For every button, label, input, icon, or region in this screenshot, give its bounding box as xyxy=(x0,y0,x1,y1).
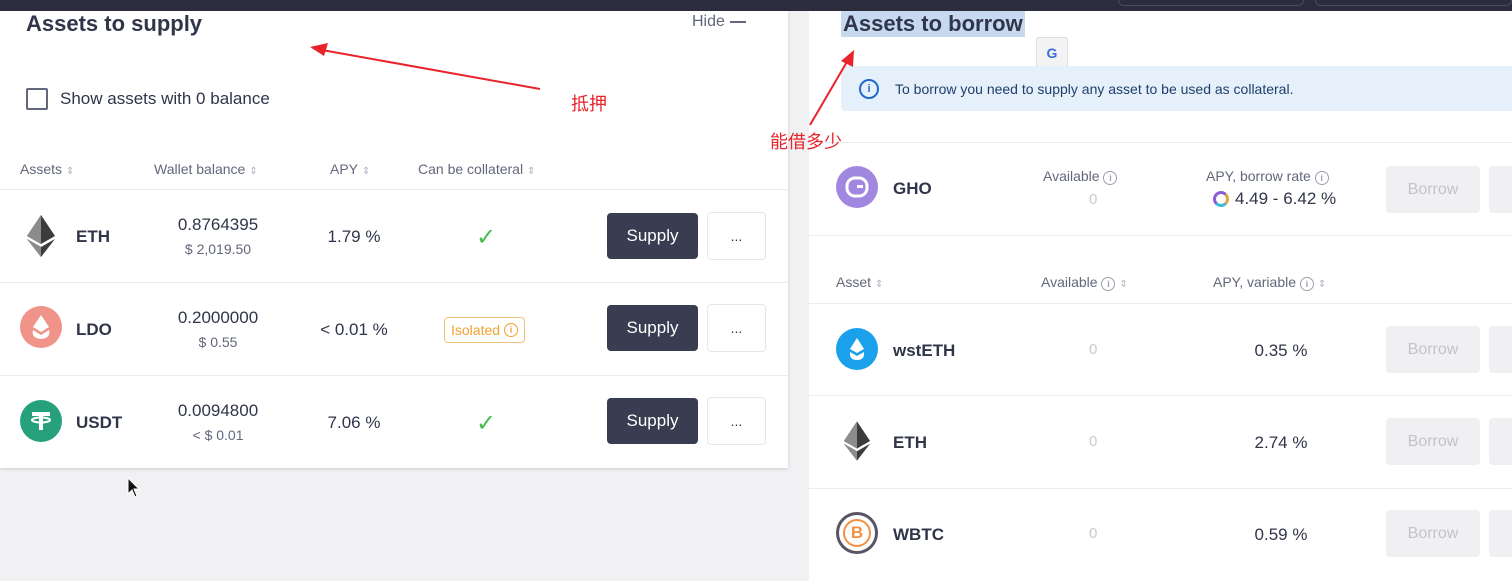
sort-icon: ⇕ xyxy=(527,166,536,177)
asset-name: USDT xyxy=(76,413,123,432)
available-label: Available i xyxy=(1043,168,1118,185)
wallet-balance-usd: < $ 0.01 xyxy=(192,427,244,443)
asset-name: wstETH xyxy=(893,341,956,360)
available-value: 0 xyxy=(1089,341,1098,358)
eth-icon xyxy=(20,215,62,257)
info-icon[interactable]: i xyxy=(1314,171,1329,185)
sort-icon: ⇕ xyxy=(875,279,884,290)
isolated-label: Isolated xyxy=(451,322,501,338)
table-row: ETH 0.8764395 $ 2,019.50 1.79 % ✓ Supply… xyxy=(0,190,788,282)
collateral-notice-text: To borrow you need to supply any asset t… xyxy=(895,80,1294,97)
apy-value: 2.74 % xyxy=(1254,433,1308,452)
apy-value: 7.06 % xyxy=(327,413,381,432)
eth-icon xyxy=(836,420,878,462)
details-button[interactable]: D xyxy=(1489,418,1512,465)
info-icon: i xyxy=(859,78,879,99)
borrow-annotation: 能借多少 xyxy=(770,132,842,153)
divider xyxy=(809,235,1512,236)
column-header-can-be-collateral[interactable]: Can be collateral ⇕ xyxy=(418,161,535,177)
asset-name: WBTC xyxy=(893,525,944,544)
checkbox[interactable] xyxy=(26,88,48,110)
sort-icon: ⇕ xyxy=(362,166,371,177)
show-zero-balance-label: Show assets with 0 balance xyxy=(60,89,270,108)
sort-icon: ⇕ xyxy=(66,166,75,177)
gho-rate-icon xyxy=(1213,191,1229,207)
hide-label: Hide xyxy=(692,13,725,30)
column-header-available[interactable]: Available i ⇕ xyxy=(1041,274,1128,291)
apy-value: < 0.01 % xyxy=(320,320,388,339)
isolated-badge[interactable]: Isolated i xyxy=(444,317,526,343)
borrow-button[interactable]: Borrow xyxy=(1386,418,1480,465)
available-value: 0 xyxy=(1089,525,1098,542)
info-icon[interactable]: i xyxy=(504,323,519,337)
sort-icon: ⇕ xyxy=(1317,279,1327,290)
asset-name: ETH xyxy=(76,227,110,246)
divider xyxy=(809,395,1512,396)
assets-to-borrow-panel: Assets to borrow G i To borrow you need … xyxy=(809,11,1512,581)
check-icon: ✓ xyxy=(476,410,497,437)
more-button[interactable]: ... xyxy=(707,212,766,260)
column-header-assets[interactable]: Assets ⇕ xyxy=(20,161,74,177)
table-row: LDO 0.2000000 $ 0.55 < 0.01 % Isolated i… xyxy=(0,283,788,375)
info-icon[interactable]: i xyxy=(1103,171,1118,185)
apy-value: 0.59 % xyxy=(1254,525,1308,544)
wallet-balance: 0.0094800 xyxy=(177,401,259,420)
mouse-cursor-icon xyxy=(127,477,141,498)
supply-panel-title: Assets to supply xyxy=(26,11,203,36)
wallet-balance-usd: $ 2,019.50 xyxy=(184,241,252,257)
wallet-balance-usd: $ 0.55 xyxy=(198,334,238,350)
apy-borrow-rate-label: APY, borrow rate i xyxy=(1206,168,1329,185)
wsteth-icon xyxy=(836,328,878,370)
check-icon: ✓ xyxy=(476,224,497,251)
gho-icon xyxy=(836,166,878,208)
wbtc-icon: B xyxy=(836,512,878,554)
details-button[interactable]: D xyxy=(1489,326,1512,373)
column-header-apy[interactable]: APY ⇕ xyxy=(330,161,370,177)
top-bar-control[interactable] xyxy=(1118,0,1304,6)
borrow-button[interactable]: Borrow xyxy=(1386,326,1480,373)
available-value: 0 xyxy=(1089,191,1098,208)
borrow-button[interactable]: Borrow xyxy=(1386,166,1480,213)
borrow-button[interactable]: Borrow xyxy=(1386,510,1480,557)
supply-button[interactable]: Supply xyxy=(607,213,698,259)
more-button[interactable]: ... xyxy=(707,397,766,445)
hide-button[interactable]: Hide xyxy=(692,13,746,31)
sort-icon: ⇕ xyxy=(249,166,258,177)
top-bar xyxy=(0,0,1512,11)
ldo-icon xyxy=(20,306,62,348)
column-header-wallet-balance[interactable]: Wallet balance ⇕ xyxy=(154,161,258,177)
details-button[interactable]: D xyxy=(1489,166,1512,213)
info-icon[interactable]: i xyxy=(1299,277,1314,291)
usdt-icon xyxy=(20,400,62,442)
more-button[interactable]: ... xyxy=(707,304,766,352)
available-value: 0 xyxy=(1089,433,1098,450)
divider xyxy=(809,488,1512,489)
asset-name: GHO xyxy=(893,179,932,198)
apy-value: 1.79 % xyxy=(327,227,381,246)
asset-name: ETH xyxy=(893,433,927,452)
top-bar-control[interactable] xyxy=(1315,0,1512,6)
table-row: USDT 0.0094800 < $ 0.01 7.06 % ✓ Supply … xyxy=(0,376,788,468)
sort-icon: ⇕ xyxy=(1119,279,1128,290)
apy-value: 0.35 % xyxy=(1254,341,1308,360)
collateral-notice: i To borrow you need to supply any asset… xyxy=(841,66,1512,111)
show-zero-balance-toggle[interactable]: Show assets with 0 balance xyxy=(26,88,270,110)
column-header-apy-variable[interactable]: APY, variable i ⇕ xyxy=(1213,274,1326,291)
assets-to-supply-panel: Assets to supply Hide Show assets with 0… xyxy=(0,11,788,468)
gho-apy-range: 4.49 - 6.42 % xyxy=(1213,189,1336,209)
wallet-balance: 0.2000000 xyxy=(177,308,259,327)
wallet-balance: 0.8764395 xyxy=(177,215,259,234)
info-icon[interactable]: i xyxy=(1101,277,1116,291)
supply-annotation: 抵押 xyxy=(571,94,607,115)
column-header-asset[interactable]: Asset ⇕ xyxy=(836,274,883,290)
minus-icon xyxy=(729,20,746,23)
borrow-panel-title: Assets to borrow xyxy=(841,11,1025,37)
details-button[interactable]: D xyxy=(1489,510,1512,557)
supply-button[interactable]: Supply xyxy=(607,398,698,444)
translate-icon[interactable]: G xyxy=(1036,37,1068,69)
divider xyxy=(809,303,1512,304)
divider xyxy=(809,142,1512,143)
supply-button[interactable]: Supply xyxy=(607,305,698,351)
asset-name: LDO xyxy=(76,320,112,339)
